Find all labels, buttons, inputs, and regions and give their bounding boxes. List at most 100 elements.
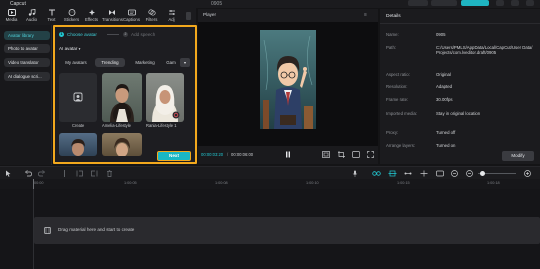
maximize-button[interactable] <box>511 0 519 6</box>
delete-icon[interactable] <box>106 170 113 177</box>
avatar-amelia-image <box>110 84 134 122</box>
tool-effects-label: Effects <box>84 17 99 22</box>
zoom-in-icon[interactable] <box>524 170 531 177</box>
tick-0: 00:00 <box>34 181 44 185</box>
toolbar-more-button[interactable] <box>186 12 191 20</box>
title-bar: Capcut 0905 <box>0 0 540 8</box>
avatar-card-rania[interactable] <box>146 73 184 122</box>
tool-media[interactable]: Media <box>2 9 21 22</box>
tool-captions[interactable]: Captions <box>122 9 141 22</box>
detail-proxy-value: Turned off <box>436 130 456 135</box>
detail-imported-value: Stay in original location <box>436 111 481 116</box>
filters-icon <box>147 9 156 16</box>
topbar-button-2[interactable] <box>431 0 457 6</box>
tool-filters[interactable]: Filters <box>142 9 161 22</box>
video-preview[interactable] <box>260 30 316 129</box>
caption-track-icon[interactable] <box>436 170 444 177</box>
player-menu-icon[interactable]: ≡ <box>364 12 367 18</box>
next-button[interactable]: Next <box>157 151 191 161</box>
split-icon[interactable] <box>62 170 67 177</box>
detail-proxy-label: Proxy: <box>386 130 399 135</box>
select-cursor-icon[interactable] <box>5 170 12 177</box>
undo-icon[interactable] <box>25 170 32 177</box>
step-1-label[interactable]: Choose avatar <box>67 31 97 38</box>
preview-axis-icon[interactable] <box>420 170 428 177</box>
tick-4: 1:00:15 <box>397 181 410 185</box>
zoom-slider[interactable] <box>478 171 516 176</box>
preview-character-image <box>260 30 316 129</box>
tab-my-avatars[interactable]: My avatars <box>59 58 93 67</box>
microphone-icon[interactable] <box>352 170 358 177</box>
tabs-more-button[interactable]: ▾ <box>180 58 190 67</box>
topbar-button-1[interactable] <box>408 0 428 6</box>
player-controls: 00:00:03:20 / 00:00:06:00 <box>198 146 378 164</box>
step-2-badge: 2 <box>123 32 128 37</box>
playhead-marker[interactable] <box>33 179 34 189</box>
tab-games[interactable]: Gam <box>164 58 178 67</box>
tool-adjustment-label: Adj <box>168 17 175 22</box>
total-time: 00:00:06:00 <box>231 152 254 157</box>
tool-media-label: Media <box>5 17 18 22</box>
sidebar-item-video-translator[interactable]: Video translator <box>4 58 50 67</box>
modify-button[interactable]: Modify <box>502 151 534 161</box>
snap-icon[interactable] <box>388 170 397 177</box>
linkage-icon[interactable] <box>404 170 412 177</box>
split-right-icon[interactable] <box>91 170 98 177</box>
drop-zone-text: Drag material here and start to create <box>58 227 135 232</box>
avatar-rania-label: Rania-Lifestyle 1 <box>146 123 177 128</box>
sidebar-item-photo-to-avatar[interactable]: Photo to avatar <box>4 44 50 53</box>
section-title-text: AI avatar <box>59 46 78 51</box>
main-track-drop-zone[interactable]: Drag material here and start to create <box>34 217 540 244</box>
close-button[interactable] <box>526 0 534 6</box>
split-left-icon[interactable] <box>76 170 83 177</box>
tool-text[interactable]: Text <box>42 9 61 22</box>
avatar-card-5[interactable] <box>102 133 142 156</box>
tool-captions-label: Captions <box>123 17 140 22</box>
minimize-button[interactable] <box>496 0 504 6</box>
magnet-link-icon[interactable] <box>372 170 381 177</box>
tool-stickers[interactable]: Stickers <box>62 9 81 22</box>
fit-view-icon[interactable] <box>322 151 330 158</box>
app-name: Capcut <box>10 1 26 7</box>
timeline-toolbar <box>0 166 540 179</box>
pause-icon[interactable] <box>285 151 291 158</box>
player-title: Player <box>203 12 217 17</box>
step-2-label[interactable]: Add speech <box>131 31 155 38</box>
detail-framerate-label: Frame rate: <box>386 97 409 102</box>
details-divider <box>380 23 540 24</box>
tool-audio[interactable]: Audio <box>22 9 41 22</box>
tool-adjustment[interactable]: Adj <box>162 9 181 22</box>
media-icon <box>7 9 16 16</box>
avatar-rania-image <box>152 85 180 122</box>
ratio-icon[interactable] <box>352 151 360 158</box>
details-title: Details <box>386 14 401 19</box>
tab-marketing[interactable]: Marketing <box>128 58 162 67</box>
tick-3: 1:00:10 <box>306 181 319 185</box>
tool-transitions[interactable]: Transitions <box>102 9 123 22</box>
zoom-out-icon[interactable] <box>451 170 458 177</box>
export-button[interactable] <box>461 0 489 6</box>
create-label: Create <box>72 123 85 128</box>
tool-stickers-label: Stickers <box>63 17 80 22</box>
avatar-card-amelia[interactable] <box>102 73 142 122</box>
section-title[interactable]: AI avatar ▾ <box>59 45 80 53</box>
zoom-slider-thumb[interactable] <box>480 171 485 176</box>
tool-filters-label: Filters <box>145 17 158 22</box>
zoom-fit-icon[interactable] <box>466 170 473 177</box>
tool-effects[interactable]: Effects <box>82 9 101 22</box>
step-1-badge: 1 <box>59 32 64 37</box>
captions-icon <box>127 9 136 16</box>
sidebar-item-ai-dialogue[interactable]: AI dialogue scri... <box>4 72 50 81</box>
details-panel: Details Name: 0905 Path: C:/Users/PMLS/A… <box>380 9 540 164</box>
tool-audio-label: Audio <box>26 17 37 22</box>
avatar-4-image <box>71 139 85 156</box>
sidebar-item-avatar-library[interactable]: Avatar library <box>4 31 50 40</box>
avatar-card-4[interactable] <box>59 133 97 156</box>
tab-trending[interactable]: Trending <box>95 58 125 67</box>
create-avatar-card[interactable] <box>59 73 97 122</box>
avatar-amelia-label: Amelia-Lifestyle <box>102 123 131 128</box>
fullscreen-icon[interactable] <box>367 151 374 158</box>
redo-icon[interactable] <box>38 170 45 177</box>
timeline-ruler[interactable]: 00:00 1:00:05 1:00:08 1:00:10 1:00:15 1:… <box>0 179 540 189</box>
crop-icon[interactable] <box>338 151 346 158</box>
